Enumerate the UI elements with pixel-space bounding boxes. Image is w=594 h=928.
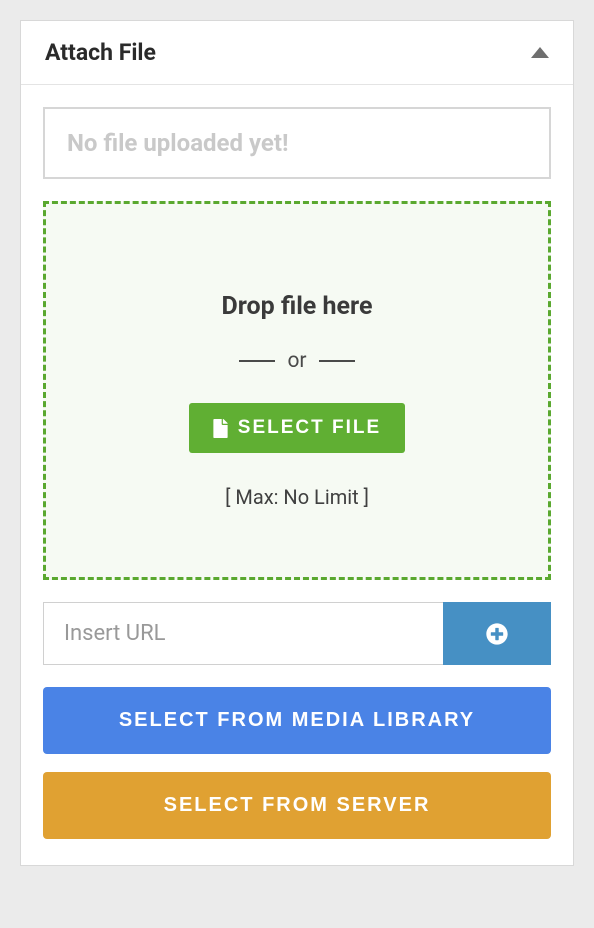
or-label: or xyxy=(287,349,306,373)
url-input-row xyxy=(43,602,551,665)
plus-circle-icon xyxy=(486,623,508,645)
panel-title: Attach File xyxy=(45,39,156,66)
upload-status-text: No file uploaded yet! xyxy=(67,129,527,157)
dropzone-heading: Drop file here xyxy=(66,292,528,321)
dash-icon xyxy=(239,360,275,362)
file-dropzone[interactable]: Drop file here or SELECT FILE [ Max: No … xyxy=(43,201,551,580)
dash-icon xyxy=(319,360,355,362)
max-size-label: [ Max: No Limit ] xyxy=(66,485,528,509)
file-icon xyxy=(213,419,228,438)
url-input[interactable] xyxy=(43,602,443,665)
upload-status-box: No file uploaded yet! xyxy=(43,107,551,179)
chevron-up-icon xyxy=(531,47,549,58)
panel-header[interactable]: Attach File xyxy=(21,21,573,85)
panel-body: No file uploaded yet! Drop file here or … xyxy=(21,85,573,865)
add-url-button[interactable] xyxy=(443,602,551,665)
select-file-button[interactable]: SELECT FILE xyxy=(189,403,405,453)
select-from-server-button[interactable]: SELECT FROM SERVER xyxy=(43,772,551,839)
select-from-media-library-button[interactable]: SELECT FROM MEDIA LIBRARY xyxy=(43,687,551,754)
attach-file-panel: Attach File No file uploaded yet! Drop f… xyxy=(20,20,574,866)
or-separator: or xyxy=(66,349,528,373)
select-file-label: SELECT FILE xyxy=(238,417,381,439)
